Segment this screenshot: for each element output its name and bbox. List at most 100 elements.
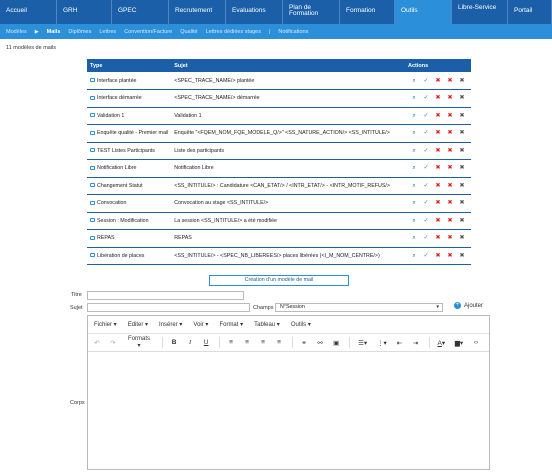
- nav-formation[interactable]: Formation: [340, 0, 395, 24]
- align-justify-icon[interactable]: ≡: [276, 339, 282, 346]
- red-x-icon[interactable]: ✖: [432, 252, 444, 259]
- delete-icon[interactable]: ✖: [456, 252, 468, 259]
- red-x-icon[interactable]: ✖: [444, 94, 456, 101]
- nav-portail[interactable]: Portail: [508, 0, 552, 24]
- redo-icon[interactable]: ↷: [110, 339, 116, 347]
- nav-plan-formation[interactable]: Plan de Formation: [283, 0, 340, 24]
- delete-icon[interactable]: ✖: [456, 217, 468, 224]
- red-x-icon[interactable]: ✖: [444, 77, 456, 84]
- table-row[interactable]: Enquête qualité - Premier mail Enquête "<…: [87, 124, 471, 143]
- menu-outils[interactable]: Outils ▾: [291, 321, 311, 328]
- red-x-icon[interactable]: ✖: [432, 217, 444, 224]
- subnav-lettres-stages[interactable]: Lettres dédiées stages: [206, 29, 261, 35]
- champs-select[interactable]: N°Session ▾: [275, 303, 443, 312]
- red-x-icon[interactable]: ✖: [432, 199, 444, 206]
- delete-icon[interactable]: ✖: [456, 199, 468, 206]
- red-x-icon[interactable]: ✖: [444, 164, 456, 171]
- pencil-icon[interactable]: ✓: [420, 217, 432, 224]
- pencil-icon[interactable]: ✓: [420, 252, 432, 259]
- nav-outils[interactable]: Outils: [395, 0, 452, 24]
- delete-icon[interactable]: ✖: [456, 182, 468, 189]
- table-row[interactable]: Interface plantée <SPEC_TRACE_NAME/> plan…: [87, 72, 471, 90]
- underline-icon[interactable]: U: [203, 339, 209, 346]
- menu-format[interactable]: Format ▾: [219, 321, 243, 328]
- red-x-icon[interactable]: ✖: [432, 182, 444, 189]
- bullet-list-icon[interactable]: ☰▾: [358, 339, 367, 347]
- unlink-icon[interactable]: ⚯: [317, 339, 323, 347]
- table-row[interactable]: Libération de places <SS_INTITULE/> - <SP…: [87, 247, 471, 265]
- rich-text-editor[interactable]: Fichier ▾ Editer ▾ Insérer ▾ Voir ▾ Form…: [87, 315, 490, 470]
- delete-icon[interactable]: ✖: [456, 77, 468, 84]
- table-row[interactable]: REPAS REPAS ⌕ ✓ ✖ ✖ ✖: [87, 229, 471, 248]
- pencil-icon[interactable]: ✓: [420, 94, 432, 101]
- red-x-icon[interactable]: ✖: [432, 234, 444, 241]
- link-icon[interactable]: ⚭: [301, 339, 307, 347]
- subnav-diplomes[interactable]: Diplômes: [68, 29, 91, 35]
- subnav-mails[interactable]: Mails: [47, 29, 61, 35]
- red-x-icon[interactable]: ✖: [444, 182, 456, 189]
- table-row[interactable]: Convocation Convocation au stage <SS_INTI…: [87, 194, 471, 213]
- red-x-icon[interactable]: ✖: [432, 147, 444, 154]
- red-x-icon[interactable]: ✖: [444, 147, 456, 154]
- menu-tableau[interactable]: Tableau ▾: [254, 321, 280, 328]
- magnifier-icon[interactable]: ⌕: [408, 130, 420, 137]
- magnifier-icon[interactable]: ⌕: [408, 200, 420, 207]
- delete-icon[interactable]: ✖: [456, 147, 468, 154]
- magnifier-icon[interactable]: ⌕: [408, 165, 420, 172]
- pencil-icon[interactable]: ✓: [420, 129, 432, 136]
- nav-recrutement[interactable]: Recrutement: [169, 0, 226, 24]
- magnifier-icon[interactable]: ⌕: [408, 78, 420, 85]
- image-icon[interactable]: ▣: [333, 339, 339, 347]
- formats-dropdown[interactable]: Formats ▾: [126, 336, 152, 349]
- magnifier-icon[interactable]: ⌕: [408, 183, 420, 190]
- red-x-icon[interactable]: ✖: [444, 129, 456, 136]
- align-left-icon[interactable]: ≡: [228, 339, 234, 346]
- red-x-icon[interactable]: ✖: [444, 234, 456, 241]
- pencil-icon[interactable]: ✓: [420, 182, 432, 189]
- delete-icon[interactable]: ✖: [456, 234, 468, 241]
- background-color-icon[interactable]: ▆▾: [455, 339, 463, 347]
- red-x-icon[interactable]: ✖: [432, 129, 444, 136]
- red-x-icon[interactable]: ✖: [432, 164, 444, 171]
- delete-icon[interactable]: ✖: [456, 112, 468, 119]
- menu-editer[interactable]: Editer ▾: [128, 321, 148, 328]
- nav-gpec[interactable]: GPEC: [112, 0, 169, 24]
- italic-icon[interactable]: I: [187, 339, 193, 346]
- pencil-icon[interactable]: ✓: [420, 77, 432, 84]
- add-field-button[interactable]: + Ajouter: [454, 302, 483, 309]
- menu-inserer[interactable]: Insérer ▾: [159, 321, 182, 328]
- nav-grh[interactable]: GRH: [57, 0, 112, 24]
- table-row[interactable]: Session : Modification La session <SS_INT…: [87, 212, 471, 230]
- pencil-icon[interactable]: ✓: [420, 234, 432, 241]
- red-x-icon[interactable]: ✖: [432, 77, 444, 84]
- magnifier-icon[interactable]: ⌕: [408, 148, 420, 155]
- red-x-icon[interactable]: ✖: [444, 112, 456, 119]
- subnav-lettres[interactable]: Lettres: [99, 29, 116, 35]
- magnifier-icon[interactable]: ⌕: [408, 218, 420, 225]
- bold-icon[interactable]: B: [171, 339, 177, 346]
- pencil-icon[interactable]: ✓: [420, 164, 432, 171]
- red-x-icon[interactable]: ✖: [432, 112, 444, 119]
- subnav-modeles[interactable]: Modèles: [6, 29, 27, 35]
- magnifier-icon[interactable]: ⌕: [408, 95, 420, 102]
- nav-accueil[interactable]: Accueil: [0, 0, 57, 24]
- red-x-icon[interactable]: ✖: [444, 252, 456, 259]
- source-code-icon[interactable]: ‹›: [473, 339, 479, 346]
- pencil-icon[interactable]: ✓: [420, 112, 432, 119]
- table-row[interactable]: TEST Listes Participants Liste des partic…: [87, 142, 471, 160]
- table-row[interactable]: Validation 1 Validation 1 ⌕ ✓ ✖ ✖ ✖: [87, 107, 471, 125]
- indent-icon[interactable]: ⇥: [413, 339, 419, 347]
- titre-input[interactable]: [87, 291, 244, 300]
- delete-icon[interactable]: ✖: [456, 164, 468, 171]
- magnifier-icon[interactable]: ⌕: [408, 235, 420, 242]
- red-x-icon[interactable]: ✖: [432, 94, 444, 101]
- table-row[interactable]: Changement Statut <SS_INTITULE/> : Candid…: [87, 177, 471, 195]
- create-mail-template-button[interactable]: Création d'un modèle de mail: [209, 275, 349, 286]
- sujet-input[interactable]: [87, 303, 250, 312]
- red-x-icon[interactable]: ✖: [444, 199, 456, 206]
- menu-voir[interactable]: Voir ▾: [193, 321, 208, 328]
- align-right-icon[interactable]: ≡: [260, 339, 266, 346]
- red-x-icon[interactable]: ✖: [444, 217, 456, 224]
- subnav-notifications[interactable]: Notifications: [278, 29, 308, 35]
- table-row[interactable]: Interface démarrée <SPEC_TRACE_NAME/> dém…: [87, 89, 471, 108]
